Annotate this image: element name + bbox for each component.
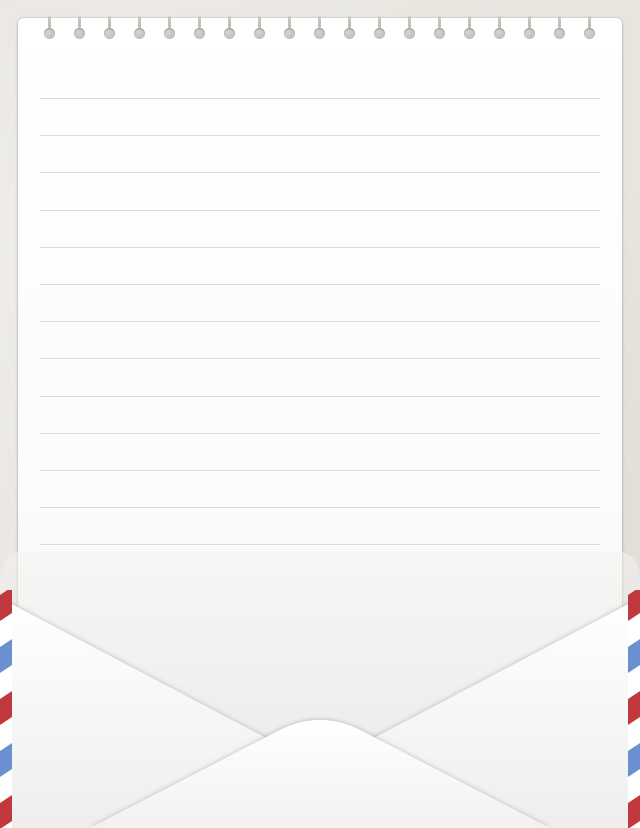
spiral-hole	[374, 16, 385, 39]
spiral-hole	[494, 16, 505, 39]
ruled-line	[40, 321, 600, 322]
ruled-line	[40, 358, 600, 359]
spiral-hole	[344, 16, 355, 39]
spiral-hole	[164, 16, 175, 39]
airmail-stripes-left	[0, 590, 12, 828]
ruled-line	[40, 172, 600, 173]
ruled-line	[40, 470, 600, 471]
spiral-hole	[134, 16, 145, 39]
ruled-line	[40, 247, 600, 248]
spiral-hole	[254, 16, 265, 39]
spiral-hole	[74, 16, 85, 39]
spiral-hole	[434, 16, 445, 39]
spiral-hole	[524, 16, 535, 39]
spiral-hole	[44, 16, 55, 39]
spiral-hole	[224, 16, 235, 39]
ruled-line	[40, 544, 600, 545]
ruled-line	[40, 210, 600, 211]
ruled-line	[40, 507, 600, 508]
envelope-graphic	[0, 552, 640, 828]
airmail-stripes-right	[628, 590, 640, 828]
spiral-hole	[404, 16, 415, 39]
airmail-envelope	[0, 550, 640, 828]
ruled-line	[40, 284, 600, 285]
spiral-hole	[584, 16, 595, 39]
ruled-line	[40, 98, 600, 99]
spiral-hole	[104, 16, 115, 39]
spiral-hole	[314, 16, 325, 39]
ruled-line	[40, 396, 600, 397]
spiral-hole	[554, 16, 565, 39]
ruled-line	[40, 135, 600, 136]
spiral-hole	[194, 16, 205, 39]
ruled-line	[40, 433, 600, 434]
spiral-binding	[18, 16, 622, 62]
spiral-hole	[464, 16, 475, 39]
spiral-hole	[284, 16, 295, 39]
